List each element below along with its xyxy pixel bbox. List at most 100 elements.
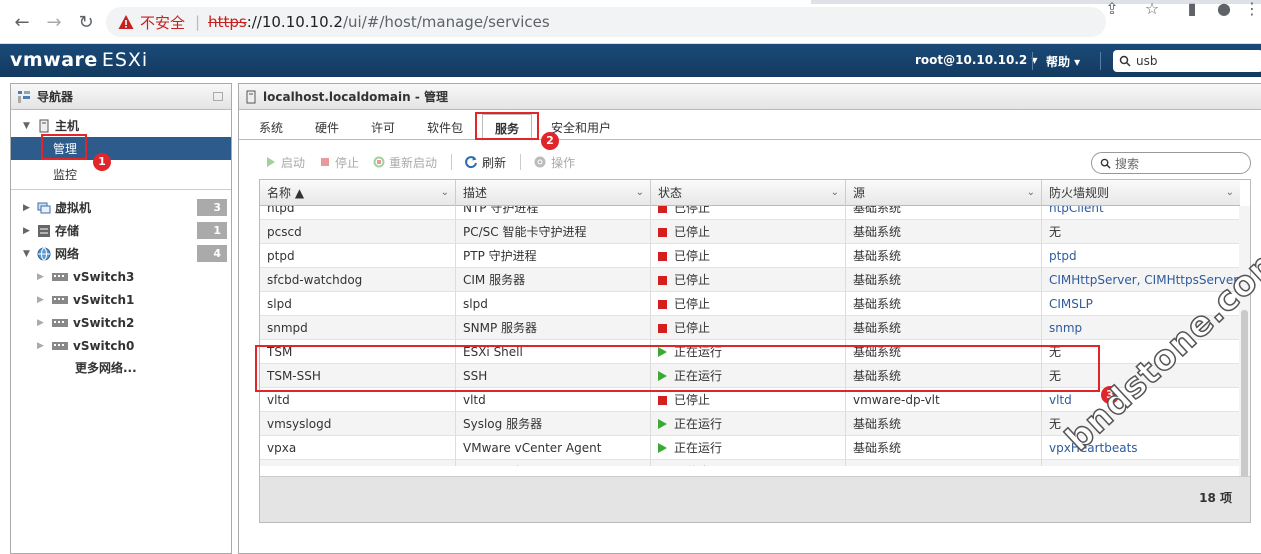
chevron-down-icon[interactable]: ⌄ <box>1027 180 1035 206</box>
cell-description: ESXi Shell <box>456 340 651 364</box>
col-status-label: 状态 <box>658 186 683 200</box>
start-label: 启动 <box>281 155 306 170</box>
col-source[interactable]: 源 ⌄ <box>846 180 1042 206</box>
reload-icon[interactable]: ↻ <box>74 10 98 34</box>
start-button[interactable]: 启动 <box>265 154 305 171</box>
cell-text: CIM 服务器 <box>463 273 526 287</box>
col-firewall[interactable]: 防火墙规则 ⌄ <box>1042 180 1240 206</box>
share-icon[interactable]: ⇪ <box>1099 0 1125 21</box>
stop-button[interactable]: 停止 <box>319 154 359 171</box>
nav-vswitch1[interactable]: ▶ vSwitch1 <box>11 288 231 311</box>
expand-icon[interactable]: ▶ <box>23 203 33 213</box>
tab-services[interactable]: 服务 <box>482 114 533 141</box>
nav-vswitch0-label: vSwitch0 <box>73 338 135 353</box>
toolbar-divider <box>451 154 453 170</box>
table-row[interactable]: slpd slpd 已停止 基础系统 CIMSLP <box>260 292 1240 316</box>
expand-icon[interactable]: ▶ <box>37 341 47 351</box>
cell-description: slpd <box>456 292 651 316</box>
table-row[interactable]: xorg X.Org 服务器 已停止 esx-xserver 无 <box>260 460 1240 466</box>
col-firewall-label: 防火墙规则 <box>1049 186 1110 200</box>
refresh-button[interactable]: 刷新 <box>464 154 506 171</box>
expand-icon[interactable]: ▶ <box>37 295 47 305</box>
cell-name: vltd <box>260 388 456 412</box>
cell-status: 已停止 <box>651 206 846 220</box>
expand-icon[interactable]: ▶ <box>37 318 47 328</box>
header-search-input[interactable]: usb <box>1113 50 1261 72</box>
tab-packages[interactable]: 软件包 <box>427 119 463 136</box>
tab-hardware[interactable]: 硬件 <box>315 119 339 136</box>
col-name[interactable]: 名称 ▲ ⌄ <box>260 180 456 206</box>
table-scrollbar[interactable] <box>1239 206 1250 496</box>
cell-text: CIMSLP <box>1049 297 1093 311</box>
chevron-down-icon[interactable]: ⌄ <box>831 180 839 206</box>
cell-name: pcscd <box>260 220 456 244</box>
table-row[interactable]: sfcbd-watchdog CIM 服务器 已停止 基础系统 CIMHttpServe… <box>260 268 1240 292</box>
back-icon[interactable]: ← <box>10 10 34 34</box>
cell-firewall[interactable]: ptpd <box>1042 244 1240 268</box>
sidepanel-icon[interactable]: ▮ <box>1179 0 1205 21</box>
user-menu[interactable]: root@10.10.10.2 ▾ <box>915 53 1037 67</box>
navigator-panel: 导航器 ▼ 主机 管理 监控 ▶ 虚拟机 3 ▶ 存储 1 ▼ 网络 4 ▶ v… <box>10 83 232 554</box>
stop-icon <box>321 158 330 166</box>
help-menu[interactable]: 帮助 ▾ <box>1046 53 1080 70</box>
expand-icon[interactable]: ▶ <box>23 226 33 236</box>
profile-icon[interactable]: ● <box>1211 0 1237 21</box>
network-count-badge: 4 <box>197 245 227 262</box>
nav-monitor-label: 监控 <box>53 168 78 182</box>
navigator-title: 导航器 <box>11 84 231 110</box>
insecure-label: 不安全 <box>140 13 186 32</box>
nav-vswitch0[interactable]: ▶ vSwitch0 <box>11 334 231 357</box>
table-row[interactable]: TSM-SSH SSH 正在运行 基础系统 无 <box>260 364 1240 388</box>
nav-network[interactable]: ▼ 网络 4 <box>11 242 231 265</box>
restart-button[interactable]: 重新启动 <box>373 154 437 171</box>
cell-source: 基础系统 <box>846 316 1042 340</box>
table-row[interactable]: TSM ESXi Shell 正在运行 基础系统 无 <box>260 340 1240 364</box>
table-row[interactable]: ptpd PTP 守护进程 已停止 基础系统 ptpd <box>260 244 1240 268</box>
cell-description: VMware vCenter Agent <box>456 436 651 460</box>
col-status[interactable]: 状态 ⌄ <box>651 180 846 206</box>
collapse-icon[interactable]: ▼ <box>23 121 33 131</box>
search-icon <box>1119 55 1131 67</box>
cell-text: 基础系统 <box>853 225 902 239</box>
nav-vswitch2[interactable]: ▶ vSwitch2 <box>11 311 231 334</box>
table-row[interactable]: pcscd PC/SC 智能卡守护进程 已停止 基础系统 无 <box>260 220 1240 244</box>
actions-button[interactable]: 操作 <box>533 154 575 171</box>
services-search-input[interactable]: 搜索 <box>1091 152 1251 174</box>
scroll-thumb[interactable] <box>1241 310 1248 480</box>
cell-text: 已停止 <box>674 297 711 311</box>
cell-text: 基础系统 <box>853 345 902 359</box>
address-bar[interactable]: 不安全 | https://10.10.10.2/ui/#/host/manag… <box>106 7 1106 37</box>
collapse-icon[interactable]: ▼ <box>23 249 33 259</box>
vswitch-icon <box>52 318 68 327</box>
chevron-down-icon[interactable]: ⌄ <box>636 180 644 206</box>
nav-monitor[interactable]: 监控 <box>11 163 231 186</box>
tab-license[interactable]: 许可 <box>371 119 395 136</box>
cell-text: 已停止 <box>674 393 711 407</box>
tab-security-users[interactable]: 安全和用户 <box>551 119 611 136</box>
col-description[interactable]: 描述 ⌄ <box>456 180 651 206</box>
vswitch-icon <box>52 295 68 304</box>
nav-vswitch3[interactable]: ▶ vSwitch3 <box>11 265 231 288</box>
cell-text: ntpClient <box>1049 206 1104 215</box>
cell-text: 基础系统 <box>853 417 902 431</box>
star-icon[interactable]: ☆ <box>1139 0 1165 21</box>
forward-icon[interactable]: → <box>42 10 66 34</box>
nav-storage[interactable]: ▶ 存储 1 <box>11 219 231 242</box>
cell-firewall[interactable]: ntpClient <box>1042 206 1240 220</box>
nav-manage[interactable]: 管理 <box>11 137 231 160</box>
table-row[interactable]: snmpd SNMP 服务器 已停止 基础系统 snmp <box>260 316 1240 340</box>
cell-name: TSM-SSH <box>260 364 456 388</box>
tab-system[interactable]: 系统 <box>259 119 283 136</box>
chevron-down-icon[interactable]: ⌄ <box>1226 180 1234 206</box>
nav-manage-label: 管理 <box>53 142 78 156</box>
logo-vm: vmware <box>10 49 98 71</box>
cell-name: ntpd <box>260 206 456 220</box>
expand-icon[interactable]: ▶ <box>37 272 47 282</box>
nav-host[interactable]: ▼ 主机 <box>11 114 231 137</box>
nav-vms[interactable]: ▶ 虚拟机 3 <box>11 196 231 219</box>
menu-icon[interactable]: ⋮ <box>1239 0 1261 21</box>
table-row[interactable]: ntpd NTP 守护进程 已停止 基础系统 ntpClient <box>260 206 1240 220</box>
chevron-down-icon[interactable]: ⌄ <box>441 180 449 206</box>
nav-more-networks[interactable]: 更多网络... <box>11 356 231 379</box>
minimize-icon[interactable] <box>213 92 223 101</box>
